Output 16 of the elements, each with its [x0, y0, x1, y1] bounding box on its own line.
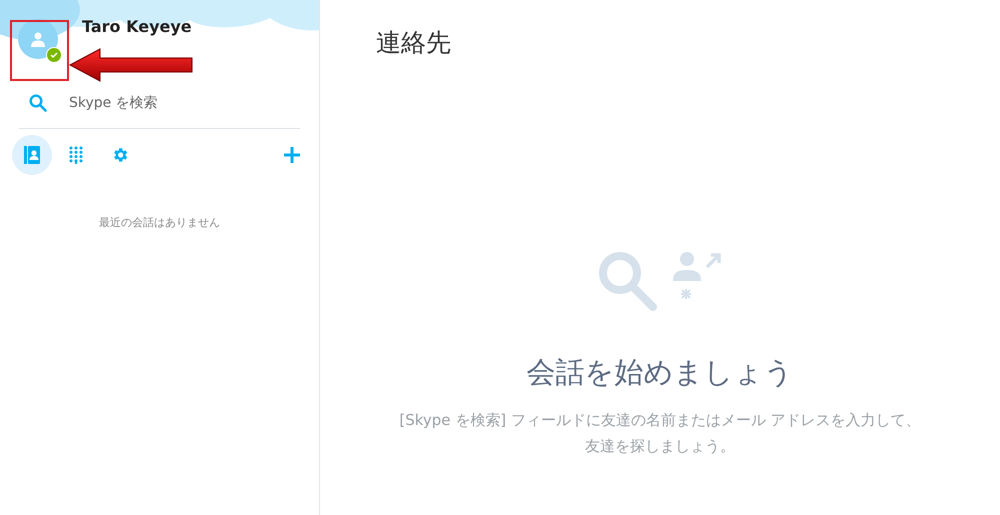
page-title: 連絡先	[376, 27, 452, 59]
empty-description: [Skype を検索] フィールドに友達の名前またはメール アドレスを入力して、	[399, 410, 921, 431]
add-button[interactable]	[283, 146, 301, 164]
empty-message: 最近の会話はありません	[98, 215, 221, 230]
person-icon	[30, 30, 46, 46]
empty-heading: 会話を始めましょう	[526, 354, 794, 391]
search-field[interactable]: Skype を検索	[69, 94, 158, 112]
profile-name: Taro Keyeye	[82, 17, 192, 36]
empty-description: 友達を探しましょう。	[585, 436, 735, 457]
nav-tab[interactable]	[12, 135, 52, 175]
dialpad-icon	[69, 146, 83, 164]
search-icon	[29, 94, 47, 112]
plus-icon	[283, 146, 301, 164]
contacts-icon	[24, 146, 40, 164]
arrow-icon	[68, 48, 194, 82]
highlight-frame	[10, 20, 69, 81]
